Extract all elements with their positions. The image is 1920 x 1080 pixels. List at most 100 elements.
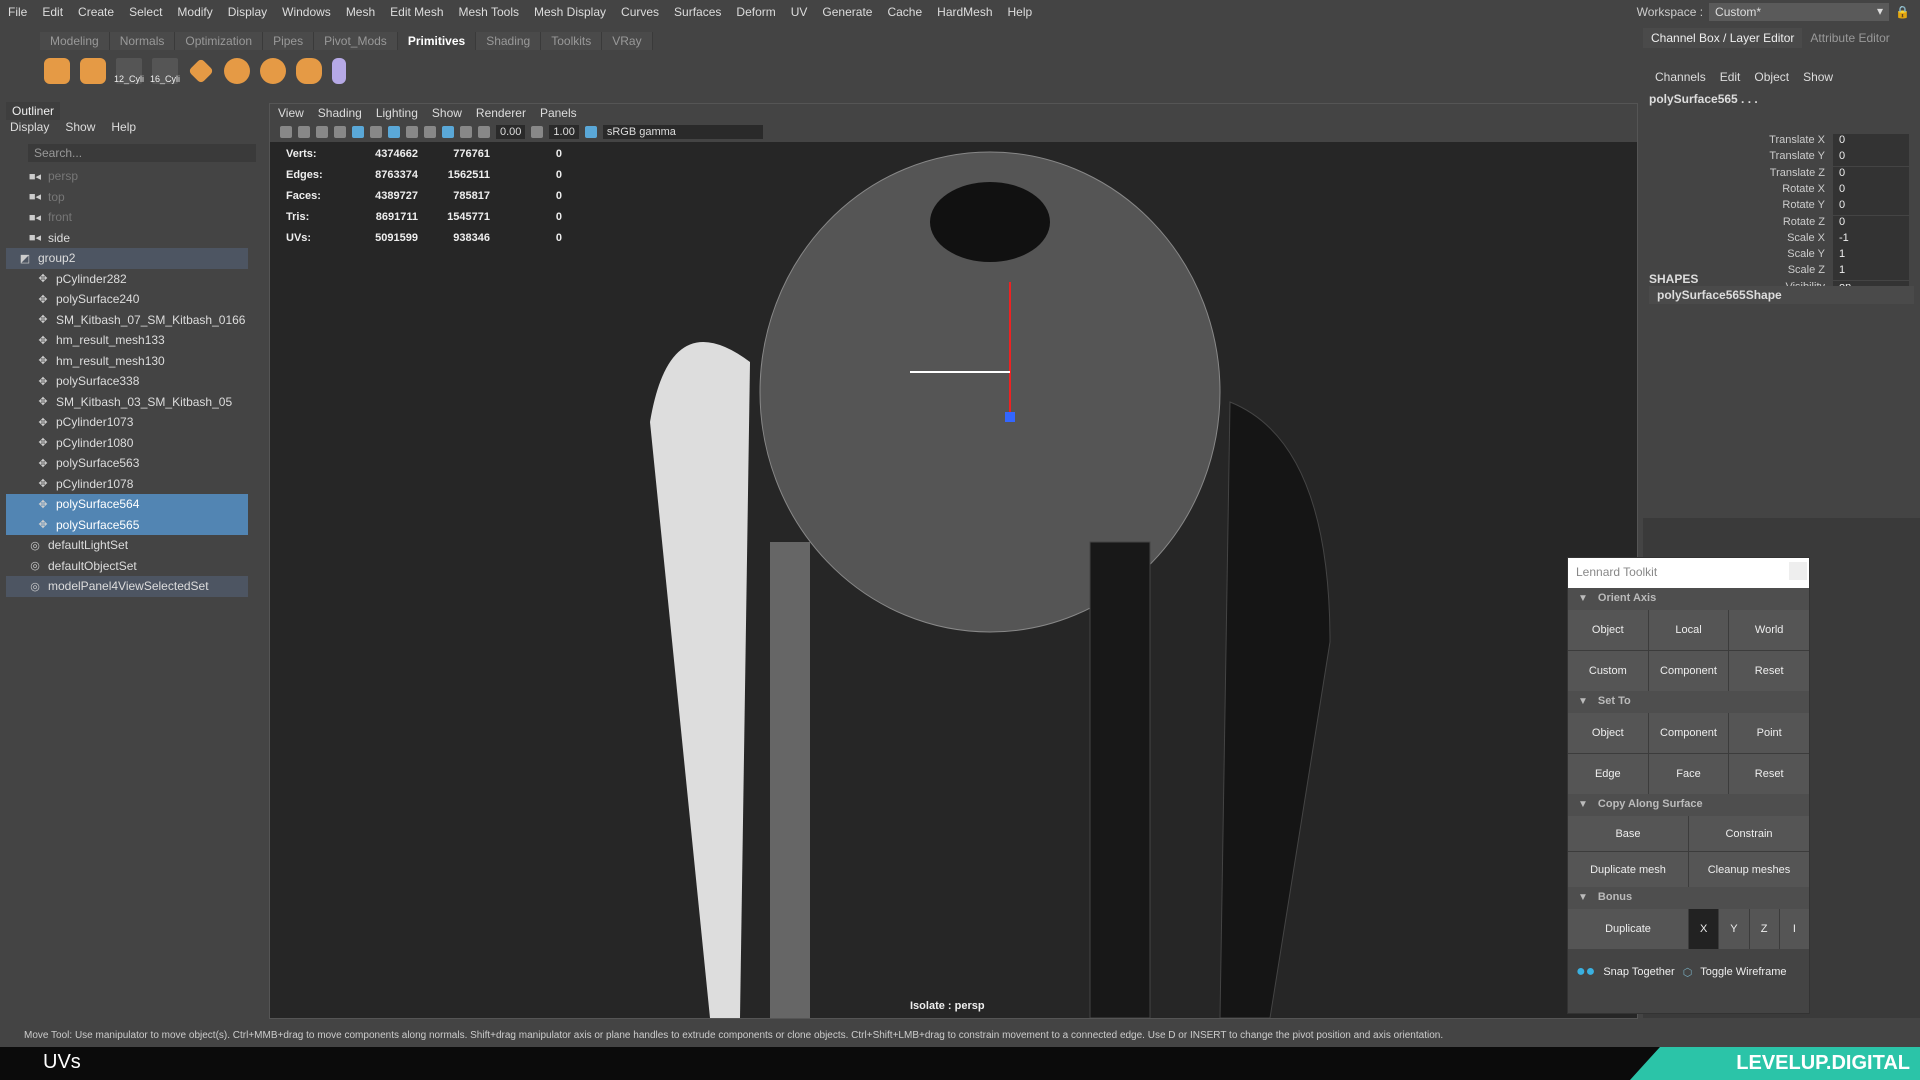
orient-axis-custom-button[interactable]: Custom [1568, 651, 1648, 691]
outliner-item[interactable]: ✥ polySurface565 [6, 514, 248, 535]
toggle-wireframe-button[interactable]: Toggle Wireframe [1700, 966, 1786, 978]
outliner-item[interactable]: ✥ polySurface563 [6, 453, 248, 474]
poly-cube-icon[interactable] [44, 58, 70, 84]
outliner-item[interactable]: ✥ pCylinder282 [6, 269, 248, 290]
camera-icon[interactable] [280, 126, 292, 138]
lock-icon[interactable]: 🔒 [1895, 5, 1910, 19]
channel-scale-x[interactable]: Scale X -1 [1643, 231, 1920, 248]
menu-cache[interactable]: Cache [887, 5, 922, 19]
outliner-item[interactable]: ◩ group2 [6, 248, 248, 269]
menu-help[interactable]: Help [1008, 5, 1033, 19]
set-to-component-button[interactable]: Component [1648, 713, 1729, 753]
copy-along-duplicate-mesh-button[interactable]: Duplicate mesh [1568, 852, 1688, 887]
channel-value-field[interactable]: -1 [1833, 231, 1909, 248]
menu-edit[interactable]: Edit [42, 5, 63, 19]
cylinder-12-button[interactable]: 12_Cyli [114, 58, 144, 84]
poly-helix-icon[interactable] [296, 58, 322, 84]
menu-surfaces[interactable]: Surfaces [674, 5, 721, 19]
grid-icon[interactable] [298, 126, 310, 138]
viewport-menu-lighting[interactable]: Lighting [376, 106, 418, 120]
color-space-dropdown[interactable]: sRGB gamma [602, 125, 763, 139]
outliner-item[interactable]: ✥ pCylinder1073 [6, 412, 248, 433]
viewport-menu-shading[interactable]: Shading [318, 106, 362, 120]
isolate-select-icon[interactable] [442, 126, 454, 138]
smooth-shade-icon[interactable] [352, 126, 364, 138]
channel-translate-y[interactable]: Translate Y 0 [1643, 150, 1920, 167]
menu-mesh-tools[interactable]: Mesh Tools [459, 5, 519, 19]
outliner-menu-show[interactable]: Show [65, 120, 95, 134]
channel-value-field[interactable]: 0 [1833, 150, 1909, 167]
shelf-tab-primitives[interactable]: Primitives [397, 32, 477, 50]
snap-together-button[interactable]: Snap Together [1603, 966, 1674, 978]
menu-display[interactable]: Display [228, 5, 267, 19]
wireframe-on-shaded-icon[interactable] [388, 126, 400, 138]
outliner-item[interactable]: ◎ defaultLightSet [6, 535, 248, 556]
axis-x-button[interactable]: X [1689, 909, 1719, 949]
menu-curves[interactable]: Curves [621, 5, 659, 19]
menu-uv[interactable]: UV [791, 5, 808, 19]
outliner-menu-help[interactable]: Help [111, 120, 136, 134]
axis-y-button[interactable]: Y [1719, 909, 1749, 949]
menu-file[interactable]: File [8, 5, 27, 19]
outliner-menu-display[interactable]: Display [10, 120, 49, 134]
set-to-point-button[interactable]: Point [1729, 713, 1809, 753]
channel-rotate-x[interactable]: Rotate X 0 [1643, 182, 1920, 199]
menu-edit[interactable]: Edit [1720, 70, 1741, 84]
menu-select[interactable]: Select [129, 5, 162, 19]
menu-generate[interactable]: Generate [822, 5, 872, 19]
menu-modify[interactable]: Modify [177, 5, 212, 19]
outliner-item[interactable]: ■◂ front [6, 207, 248, 228]
channel-scale-y[interactable]: Scale Y 1 [1643, 248, 1920, 265]
cylinder-16-button[interactable]: 16_Cyli [150, 58, 180, 84]
orient-axis-local-button[interactable]: Local [1648, 610, 1729, 650]
copy-along-base-button[interactable]: Base [1568, 816, 1688, 851]
menu-object[interactable]: Object [1754, 70, 1789, 84]
outliner-item[interactable]: ✥ polySurface240 [6, 289, 248, 310]
orient-axis-reset-button[interactable]: Reset [1729, 651, 1809, 691]
toolkit-titlebar[interactable]: Lennard Toolkit [1568, 558, 1809, 588]
channel-translate-z[interactable]: Translate Z 0 [1643, 166, 1920, 183]
poly-plane-icon[interactable] [188, 58, 214, 84]
channel-rotate-z[interactable]: Rotate Z 0 [1643, 215, 1920, 232]
shelf-tab-toolkits[interactable]: Toolkits [541, 32, 603, 50]
shelf-tab-optimization[interactable]: Optimization [175, 32, 264, 50]
channel-value-field[interactable]: 0 [1833, 215, 1909, 232]
xray-icon[interactable] [460, 126, 472, 138]
section-set-to[interactable]: ▼ Set To [1568, 691, 1809, 713]
menu-mesh[interactable]: Mesh [346, 5, 375, 19]
menu-channels[interactable]: Channels [1655, 70, 1706, 84]
outliner-item[interactable]: ✥ polySurface338 [6, 371, 248, 392]
outliner-item[interactable]: ✥ pCylinder1080 [6, 433, 248, 454]
shelf-tab-vray[interactable]: VRay [602, 32, 653, 50]
gamma-field[interactable]: 1.00 [549, 125, 579, 139]
menu-deform[interactable]: Deform [736, 5, 775, 19]
poly-cylinder-icon[interactable] [80, 58, 106, 84]
orient-axis-world-button[interactable]: World [1729, 610, 1809, 650]
poly-sphere-icon[interactable] [260, 58, 286, 84]
outliner-item[interactable]: ✥ SM_Kitbash_07_SM_Kitbash_0166 [6, 310, 248, 331]
outliner-item[interactable]: ■◂ top [6, 187, 248, 208]
channel-value-field[interactable]: 0 [1833, 134, 1909, 150]
copy-along-constrain-button[interactable]: Constrain [1689, 816, 1809, 851]
outliner-item[interactable]: ✥ pCylinder1078 [6, 474, 248, 495]
color-management-icon[interactable] [584, 126, 597, 138]
section-orient-axis[interactable]: ▼ Orient Axis [1568, 588, 1809, 610]
outliner-item[interactable]: ■◂ side [6, 228, 248, 249]
outliner-search-input[interactable]: Search... [28, 144, 256, 162]
workspace-dropdown[interactable]: Custom* [1709, 3, 1890, 21]
set-to-edge-button[interactable]: Edge [1568, 754, 1648, 794]
viewport-menu-renderer[interactable]: Renderer [476, 106, 526, 120]
channel-translate-x[interactable]: Translate X 0 [1643, 134, 1920, 150]
menu-edit-mesh[interactable]: Edit Mesh [390, 5, 443, 19]
duplicate-button[interactable]: Duplicate [1568, 909, 1688, 949]
viewport-panel[interactable]: View Shading Lighting Show Renderer Panels 0.… [269, 103, 1638, 1019]
shape-node-name[interactable]: polySurface565Shape [1649, 286, 1914, 304]
channel-value-field[interactable]: 0 [1833, 199, 1909, 216]
poly-torus-icon[interactable] [224, 58, 250, 84]
set-to-object-button[interactable]: Object [1568, 713, 1648, 753]
channel-value-field[interactable]: 1 [1833, 264, 1909, 281]
outliner-item[interactable]: ◎ defaultObjectSet [6, 556, 248, 577]
exposure-field[interactable]: 0.00 [496, 125, 526, 139]
shelf-tab-shading[interactable]: Shading [476, 32, 542, 50]
workspace-selector[interactable]: Workspace : Custom* 🔒 [1637, 2, 1910, 22]
